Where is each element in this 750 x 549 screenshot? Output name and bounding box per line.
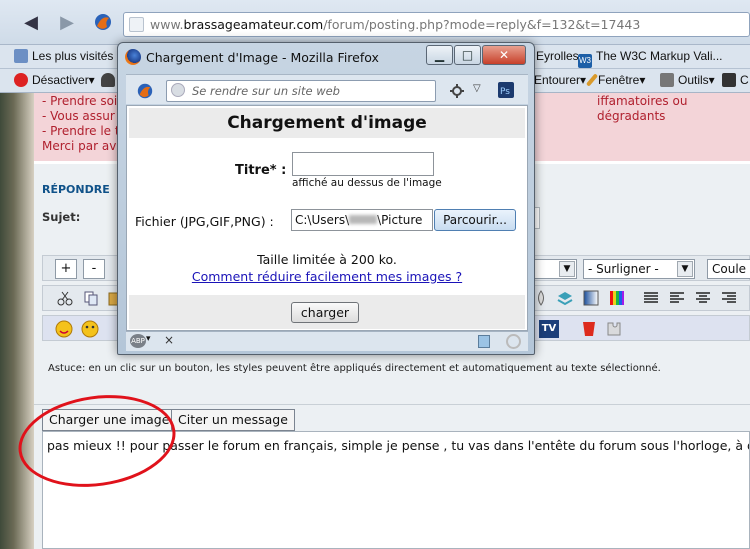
quote-message-button[interactable]: Citer un message	[171, 409, 295, 431]
minimize-button[interactable]: ▁	[426, 45, 453, 65]
warning-line-1-tail: iffamatoires ou dégradants	[597, 94, 688, 123]
w3c-icon: W3	[578, 54, 592, 68]
decrease-size-button[interactable]: -	[83, 259, 105, 279]
smiley-icon[interactable]	[55, 320, 73, 338]
photoshop-icon[interactable]: Ps	[498, 82, 514, 98]
wrench-icon	[660, 73, 674, 87]
address-bar[interactable]: www.brassageamateur.com/forum/posting.ph…	[123, 12, 750, 37]
forward-arrow-icon[interactable]: ▶	[56, 12, 78, 34]
color-palette-icon[interactable]	[609, 290, 625, 306]
svg-text:Ps: Ps	[500, 87, 510, 97]
bookmark-w3c[interactable]: W3 The W3C Markup Vali...	[578, 49, 722, 68]
chevron-down-icon[interactable]: ▽	[473, 83, 481, 94]
close-icon[interactable]: ×	[164, 333, 174, 347]
align-center-icon[interactable]	[695, 290, 711, 306]
extra-menu[interactable]: C	[722, 73, 749, 87]
globe-icon	[171, 83, 185, 97]
resize-help-link[interactable]: Comment réduire facilement mes images ?	[127, 269, 527, 284]
size-limit-text: Taille limitée à 200 ko.	[257, 252, 397, 267]
cup-icon[interactable]	[581, 320, 597, 338]
increase-size-button[interactable]: +	[55, 259, 77, 279]
page-icon	[14, 49, 28, 63]
layers-icon[interactable]	[557, 290, 573, 306]
adblock-icon[interactable]: ABP	[130, 334, 146, 348]
image-upload-popup-window: Chargement d'Image - Mozilla Firefox ▁ □…	[117, 42, 535, 355]
emoticon-icon[interactable]	[81, 320, 99, 338]
console-icon	[722, 73, 736, 87]
page-icon	[478, 335, 490, 348]
highlight-select[interactable]: - Surligner - ▼	[583, 259, 695, 279]
popup-status-bar: ABP ▾ ×	[126, 331, 528, 351]
maximize-button[interactable]: □	[454, 45, 481, 65]
puzzle-icon[interactable]	[605, 320, 623, 338]
justify-icon[interactable]	[643, 290, 659, 306]
browse-button[interactable]: Parcourir...	[434, 209, 516, 231]
editor-tip: Astuce: en un clic sur un bouton, les st…	[48, 363, 661, 374]
chevron-down-icon: ▼	[677, 261, 693, 277]
desktop-background-strip	[0, 93, 34, 549]
popup-url-input[interactable]: Se rendre sur un site web	[166, 80, 436, 102]
chevron-down-icon[interactable]: ▾	[146, 334, 151, 344]
cut-icon[interactable]	[57, 290, 73, 306]
redacted-username	[349, 215, 378, 224]
close-window-button[interactable]: ✕	[482, 45, 526, 65]
gradient-icon[interactable]	[583, 290, 599, 306]
disable-menu[interactable]: Désactiver▾	[14, 73, 95, 87]
subject-label: Sujet:	[42, 210, 81, 224]
upload-form: Chargement d'image Titre* : affiché au d…	[126, 105, 528, 331]
firefox-logo-icon	[137, 83, 153, 99]
popup-window-title: Chargement d'Image - Mozilla Firefox	[146, 50, 379, 65]
bookmark-most-visited[interactable]: Les plus visités	[14, 49, 113, 63]
tools-menu[interactable]: Outils▾	[660, 73, 715, 87]
title-field-hint: affiché au dessus de l'image	[292, 177, 442, 189]
outline-menu[interactable]: Entourer▾	[534, 73, 586, 87]
no-entry-icon	[14, 73, 28, 87]
tv-icon[interactable]: TV	[539, 320, 559, 338]
upload-submit-button[interactable]: charger	[291, 302, 359, 323]
status-indicator-icon	[506, 334, 521, 349]
firefox-logo-icon	[92, 12, 114, 34]
copy-icon[interactable]	[83, 290, 99, 306]
color-select[interactable]: Coule	[707, 259, 750, 279]
file-path-input[interactable]: C:\Users\ \Picture	[291, 209, 433, 231]
align-right-icon[interactable]	[721, 290, 737, 306]
reply-title: RÉPONDRE	[42, 183, 110, 196]
navigation-bar: ◀ ▶ www.brassageamateur.com/forum/postin…	[0, 0, 750, 45]
upload-form-heading: Chargement d'image	[129, 108, 525, 138]
pencil-icon	[585, 73, 599, 87]
title-input[interactable]	[292, 152, 434, 176]
drop-icon[interactable]	[533, 290, 549, 306]
back-arrow-icon[interactable]: ◀	[20, 12, 42, 34]
title-field-label: Titre* :	[235, 163, 287, 178]
align-left-icon[interactable]	[669, 290, 685, 306]
gear-icon[interactable]	[449, 83, 465, 99]
firefox-logo-icon	[125, 49, 141, 65]
site-identity-icon[interactable]	[129, 17, 144, 32]
window-menu[interactable]: Fenêtre▾	[585, 73, 645, 87]
chevron-down-icon: ▼	[559, 261, 575, 277]
file-field-label: Fichier (JPG,GIF,PNG) :	[135, 214, 274, 229]
font-select[interactable]: ▼	[531, 259, 577, 279]
bookmark-eyrolles[interactable]: Eyrolles	[536, 49, 579, 63]
address-url: www.brassageamateur.com/forum/posting.ph…	[150, 17, 641, 32]
